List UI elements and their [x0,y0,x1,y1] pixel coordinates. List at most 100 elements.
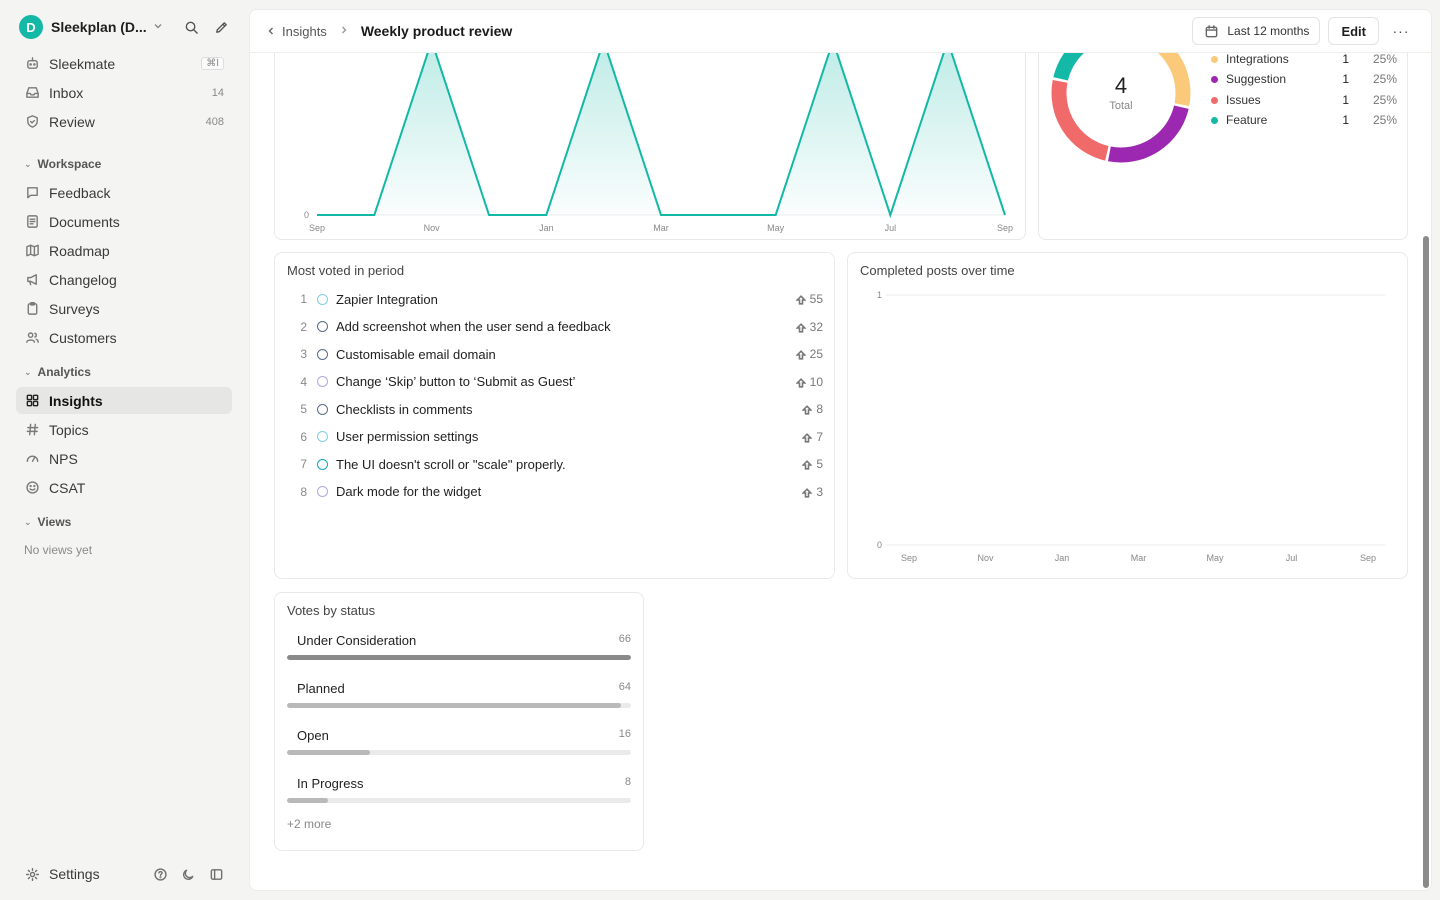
robot-icon [24,56,40,72]
post-title: Zapier Integration [336,291,438,307]
vote-count: 32 [794,320,823,334]
nav-documents[interactable]: Documents [16,208,232,235]
donut-slice[interactable] [1051,79,1109,161]
nav-topics[interactable]: Topics [16,416,232,443]
show-more-link[interactable]: +2 more [287,817,331,831]
section-views[interactable]: ⌄ Views [24,515,71,529]
more-options-icon[interactable]: ··· [1387,17,1415,45]
status-circle-icon [317,293,328,305]
help-icon[interactable] [152,866,168,882]
status-row[interactable]: Under Consideration 66 [287,633,631,663]
donut-slice[interactable] [1107,105,1189,163]
most-voted-item[interactable]: 7 The UI doesn't scroll or "scale" proper… [287,453,823,475]
rank-number: 3 [300,347,307,361]
most-voted-item[interactable]: 8 Dark mode for the widget 3 [287,481,823,503]
chevron-left-icon [266,24,276,39]
compose-icon[interactable] [213,19,229,35]
moon-icon[interactable] [180,866,196,882]
post-title: User permission settings [336,429,479,444]
area-fill [317,41,1005,215]
most-voted-item[interactable]: 6 User permission settings 7 [287,426,823,448]
legend-pct: 25% [1372,72,1397,86]
legend-dot [1211,55,1218,63]
most-voted-item[interactable]: 1 Zapier Integration 55 [287,288,823,310]
nav-csat[interactable]: CSAT [16,474,232,501]
document-icon [24,214,40,230]
vote-value: 55 [809,292,823,306]
status-label: In Progress [297,775,364,791]
nav-customers[interactable]: Customers [16,324,232,351]
upvote-icon [801,432,814,443]
rank-number: 4 [300,374,307,389]
sidebar-toggle-icon[interactable] [208,866,224,882]
legend-count: 1 [1342,52,1349,66]
upvote-icon [794,349,807,360]
vote-count: 8 [801,402,823,416]
status-label: Under Consideration [297,633,417,648]
nav-sleekmate[interactable]: Sleekmate ⌘I [16,50,232,77]
x-tick-label: Jul [885,223,897,233]
nav-surveys[interactable]: Surveys [16,295,232,322]
status-count: 16 [618,728,631,740]
gauge-icon [24,451,40,467]
settings-link[interactable]: Settings [49,866,100,882]
vote-value: 3 [816,484,823,499]
vote-count: 10 [794,375,823,389]
nav-review[interactable]: Review 408 [16,108,232,135]
status-row[interactable]: Planned 64 [287,681,631,711]
x-tick-label: May [1206,553,1224,563]
legend-item: Issues 1 25% [1211,93,1397,107]
card-title: Votes by status [287,603,376,618]
legend-count: 1 [1342,113,1349,127]
nav-label: Surveys [49,300,100,317]
status-row[interactable]: Open 16 [287,728,631,758]
rank-number: 6 [300,429,307,444]
status-bar-track [287,750,631,755]
inbox-icon [24,85,40,101]
upvote-icon [794,322,807,333]
status-bar-fill [287,702,621,708]
vote-count: 7 [801,430,823,444]
status-bar-track [287,797,631,803]
nav-inbox[interactable]: Inbox 14 [16,79,232,106]
legend-pct: 25% [1372,113,1397,127]
most-voted-item[interactable]: 4 Change ‘Skip’ button to ‘Submit as Gues… [287,371,823,393]
upvote-icon [801,487,814,498]
edit-button[interactable]: Edit [1328,17,1379,45]
gear-icon[interactable] [24,866,40,882]
x-tick-label: Sep [901,553,917,563]
nav-roadmap[interactable]: Roadmap [16,237,232,264]
chevron-down-icon [153,21,163,34]
donut-total: 4 [1114,73,1128,98]
date-range-button[interactable]: Last 12 months [1192,17,1321,45]
most-voted-item[interactable]: 3 Customisable email domain 25 [287,343,823,365]
sidebar: D Sleekplan (D... Sleekmate ⌘I Inbox 14 … [0,0,248,900]
chevron-down-icon: ⌄ [24,516,32,527]
vote-count: 55 [794,292,823,306]
status-circle-icon [317,403,328,415]
legend-item: Suggestion 1 25% [1211,72,1397,86]
x-tick-label: Jul [1286,553,1298,563]
workspace-switcher[interactable]: D Sleekplan (D... [19,15,229,39]
nav-label: Documents [49,213,120,230]
most-voted-item[interactable]: 5 Checklists in comments 8 [287,398,823,420]
nav-feedback[interactable]: Feedback [16,179,232,206]
upvote-icon [794,377,807,388]
chevron-right-icon [339,25,349,38]
most-voted-item[interactable]: 2 Add screenshot when the user send a fee… [287,316,823,338]
x-tick-label: Nov [977,553,994,563]
legend-pct: 25% [1372,93,1397,107]
search-icon[interactable] [183,19,199,35]
status-count: 8 [624,775,631,788]
section-analytics[interactable]: ⌄ Analytics [24,365,91,379]
nav-nps[interactable]: NPS [16,445,232,472]
nav-changelog[interactable]: Changelog [16,266,232,293]
nav-label: Sleekmate [49,55,116,72]
scrollbar[interactable] [1423,236,1429,888]
legend-label: Issues [1226,93,1261,107]
section-workspace[interactable]: ⌄ Workspace [24,157,101,171]
message-icon [24,185,40,201]
breadcrumb-back[interactable]: Insights [266,24,327,39]
nav-insights[interactable]: Insights [16,387,232,414]
status-row[interactable]: In Progress 8 [287,776,631,806]
